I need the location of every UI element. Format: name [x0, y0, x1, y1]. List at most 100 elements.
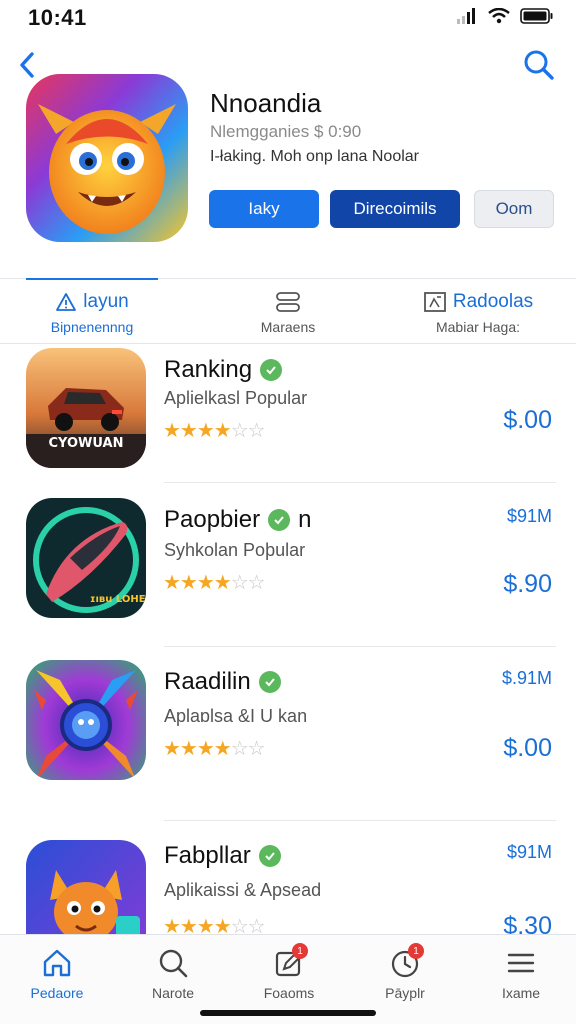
app-icon: CYOWUAN — [26, 348, 146, 468]
notification-badge: 1 — [408, 943, 424, 959]
fox-character-icon — [26, 840, 146, 934]
star-empty-icon: ☆☆ — [230, 420, 266, 442]
notification-badge: 1 — [292, 943, 308, 959]
star-rating: ★★★★☆☆ — [163, 570, 266, 595]
tab-maraens-sublabel: Maraens — [260, 319, 316, 335]
star-rating: ★★★★☆☆ — [163, 914, 266, 934]
app-name-text: Paopbier — [164, 506, 261, 533]
app-name-text: Raadilin — [164, 668, 251, 695]
back-button[interactable] — [14, 48, 42, 82]
signal-icon — [457, 8, 475, 24]
tab-layun[interactable]: layun Bipnenennng — [26, 279, 158, 343]
price-button[interactable]: $.90 — [503, 570, 552, 599]
status-bar: 10:41 — [0, 0, 576, 36]
app-name: Fabpllar — [164, 842, 281, 870]
price-secondary: $91M — [506, 506, 552, 526]
tabbar-item-pedaore[interactable]: Pedaore — [12, 943, 102, 1005]
battery-icon — [520, 8, 553, 24]
verified-check-icon — [258, 845, 281, 867]
app-subtitle: Syhkolan Poþular — [164, 540, 306, 560]
app-subtitle: Aplielkasl Popular — [164, 388, 308, 408]
price-secondary: $91M — [506, 842, 552, 862]
star-full-icon: ★★★★ — [163, 420, 232, 442]
app-subtitle: Aplaɒlsa &I U kan — [164, 706, 308, 726]
warning-triangle-icon — [56, 293, 77, 311]
app-name-suffix: n — [298, 506, 312, 533]
tab-layun-sublabel: Bipnenennng — [50, 319, 134, 335]
featured-app-subtitle: Nlemgganies $ 0:90 — [210, 122, 362, 141]
featured-app-title: Nnoandia — [210, 88, 322, 118]
list-item[interactable]: Fabpllar $91M Aplikaissi & Apsead ★★★★☆☆… — [0, 838, 576, 934]
star-full-icon: ★★★★ — [163, 738, 232, 760]
star-rating: ★★★★☆☆ — [163, 418, 266, 443]
tabbar-item-foaoms[interactable]: 1 Foaoms — [244, 943, 334, 1005]
bottom-tab-bar: Pedaore Narote 1 Foaoms 1 Pāyplr Ixame — [0, 934, 576, 1024]
list-item[interactable]: ɪıʙu LOHEH Paopbier n $91M Syhkolan Poþu… — [0, 498, 576, 658]
app-icon-text: ɪıʙu LOHEH — [90, 594, 146, 605]
price-button[interactable]: $.30 — [503, 912, 552, 934]
list-item[interactable]: Raadilin $.91M Aplaɒlsa &I U kan ★★★★☆☆ … — [0, 660, 576, 821]
star-empty-icon: ☆☆ — [230, 916, 266, 934]
status-time: 10:41 — [28, 5, 87, 30]
search-icon — [524, 50, 554, 80]
burst-character-icon — [26, 660, 146, 780]
image-frame-icon — [423, 292, 446, 312]
featured-app-description: I-łaking. Moh onp lana Noolar — [210, 148, 420, 165]
star-full-icon: ★★★★ — [163, 916, 232, 934]
app-name-text: Fabpllar — [164, 842, 251, 869]
app-icon — [26, 660, 146, 780]
star-full-icon: ★★★★ — [163, 572, 232, 594]
divider — [164, 820, 556, 821]
app-icon-text: CYOWUAN — [49, 436, 124, 451]
tabbar-label: Foaoms — [263, 985, 315, 1001]
tabbar-label: Ixame — [501, 985, 541, 1001]
tabbar-label: Pedaore — [30, 985, 84, 1001]
star-empty-icon: ☆☆ — [230, 738, 266, 760]
verified-check-icon — [258, 671, 281, 693]
tabbar-label: Pāyplr — [385, 985, 425, 1001]
racing-car-icon: CYOWUAN — [26, 348, 146, 468]
app-list: CYOWUAN Ranking Aplielkasl Popular ★★★★☆… — [0, 344, 576, 934]
menu-lines-icon — [507, 953, 535, 973]
app-name: Ranking — [164, 356, 283, 384]
divider — [164, 646, 556, 647]
verified-check-icon — [260, 359, 283, 381]
app-name: Raadilin — [164, 668, 281, 696]
star-empty-icon: ☆☆ — [230, 572, 266, 594]
app-name-text: Ranking — [164, 356, 253, 383]
featured-app-icon[interactable] — [26, 74, 188, 242]
surfboard-icon: ɪıʙu LOHEH — [26, 498, 146, 618]
tabbar-item-ixame[interactable]: Ixame — [476, 943, 566, 1005]
app-icon — [26, 840, 146, 934]
tertiary-action-button[interactable]: Oom — [474, 190, 554, 228]
secondary-action-button[interactable]: Direcoimils — [330, 190, 460, 228]
tab-radoolas-label: Radoolas — [452, 291, 534, 312]
status-icons — [456, 8, 554, 24]
tab-radoolas-sublabel: Mabiar Haga: — [435, 319, 521, 335]
list-item[interactable]: CYOWUAN Ranking Aplielkasl Popular ★★★★☆… — [0, 344, 576, 504]
star-rating: ★★★★☆☆ — [163, 736, 266, 761]
home-indicator[interactable] — [200, 1010, 376, 1016]
tab-maraens[interactable]: Maraens — [222, 279, 354, 343]
tab-radoolas[interactable]: Radoolas Mabiar Haga: — [400, 279, 556, 343]
search-button[interactable] — [522, 48, 556, 82]
stack-icon — [276, 292, 300, 312]
app-name: Paopbier n — [164, 506, 311, 534]
category-tabs: layun Bipnenennng Maraens Radoolas Mabia… — [0, 278, 576, 344]
monster-mascot-icon — [26, 74, 188, 242]
tabbar-item-payplr[interactable]: 1 Pāyplr — [360, 943, 450, 1005]
wifi-icon — [488, 8, 510, 24]
divider — [164, 482, 556, 483]
price-secondary: $.91M — [501, 668, 552, 688]
chevron-left-icon — [20, 52, 34, 78]
price-button[interactable]: $.00 — [503, 406, 552, 435]
app-subtitle: Aplikaissi & Apsead — [164, 880, 322, 900]
search-icon — [159, 949, 188, 978]
tab-layun-label: layun — [83, 291, 129, 312]
app-icon: ɪıʙu LOHEH — [26, 498, 146, 618]
tabbar-item-narote[interactable]: Narote — [128, 943, 218, 1005]
tabbar-label: Narote — [151, 985, 195, 1001]
price-button[interactable]: $.00 — [503, 734, 552, 763]
primary-action-button[interactable]: Iaky — [209, 190, 319, 228]
verified-check-icon — [268, 509, 291, 531]
